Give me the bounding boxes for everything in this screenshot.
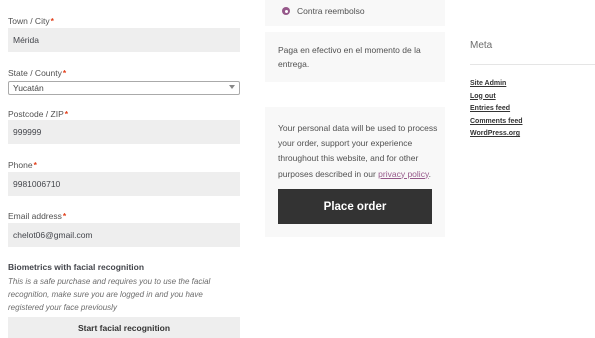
email-input[interactable]: chelot06@gmail.com xyxy=(8,223,240,247)
phone-label: Phone* xyxy=(8,160,37,170)
town-label: Town / City* xyxy=(8,16,54,26)
chevron-down-icon xyxy=(229,85,235,89)
meta-widget-title: Meta xyxy=(470,40,493,51)
meta-links: Site Admin Log out Entries feed Comments… xyxy=(470,78,523,141)
log-out-link[interactable]: Log out xyxy=(470,93,496,100)
payment-method-label[interactable]: Contra reembolso xyxy=(297,6,365,16)
meta-divider xyxy=(470,64,595,65)
biometrics-title: Biometrics with facial recognition xyxy=(8,262,145,272)
privacy-policy-link[interactable]: privacy policy xyxy=(378,169,428,179)
email-label: Email address* xyxy=(8,211,67,221)
state-label: State / County* xyxy=(8,68,67,78)
state-select-value: Yucatán xyxy=(13,83,44,93)
start-facial-recognition-button[interactable]: Start facial recognition xyxy=(8,317,240,338)
town-input[interactable]: Mérida xyxy=(8,28,240,52)
postcode-label: Postcode / ZIP* xyxy=(8,109,69,119)
postcode-input[interactable]: 999999 xyxy=(8,120,240,144)
place-order-button[interactable]: Place order xyxy=(278,189,432,224)
entries-feed-link[interactable]: Entries feed xyxy=(470,105,510,112)
comments-feed-link[interactable]: Comments feed xyxy=(470,118,523,125)
privacy-notice: Your personal data will be used to proce… xyxy=(278,123,438,179)
payment-description: Paga en efectivo en el momento de la ent… xyxy=(278,45,421,69)
payment-radio[interactable] xyxy=(282,7,290,15)
wordpress-org-link[interactable]: WordPress.org xyxy=(470,130,520,137)
phone-input[interactable]: 9981006710 xyxy=(8,172,240,196)
site-admin-link[interactable]: Site Admin xyxy=(470,80,506,87)
state-select[interactable]: Yucatán xyxy=(8,81,240,95)
biometrics-description: This is a safe purchase and requires you… xyxy=(8,277,211,312)
